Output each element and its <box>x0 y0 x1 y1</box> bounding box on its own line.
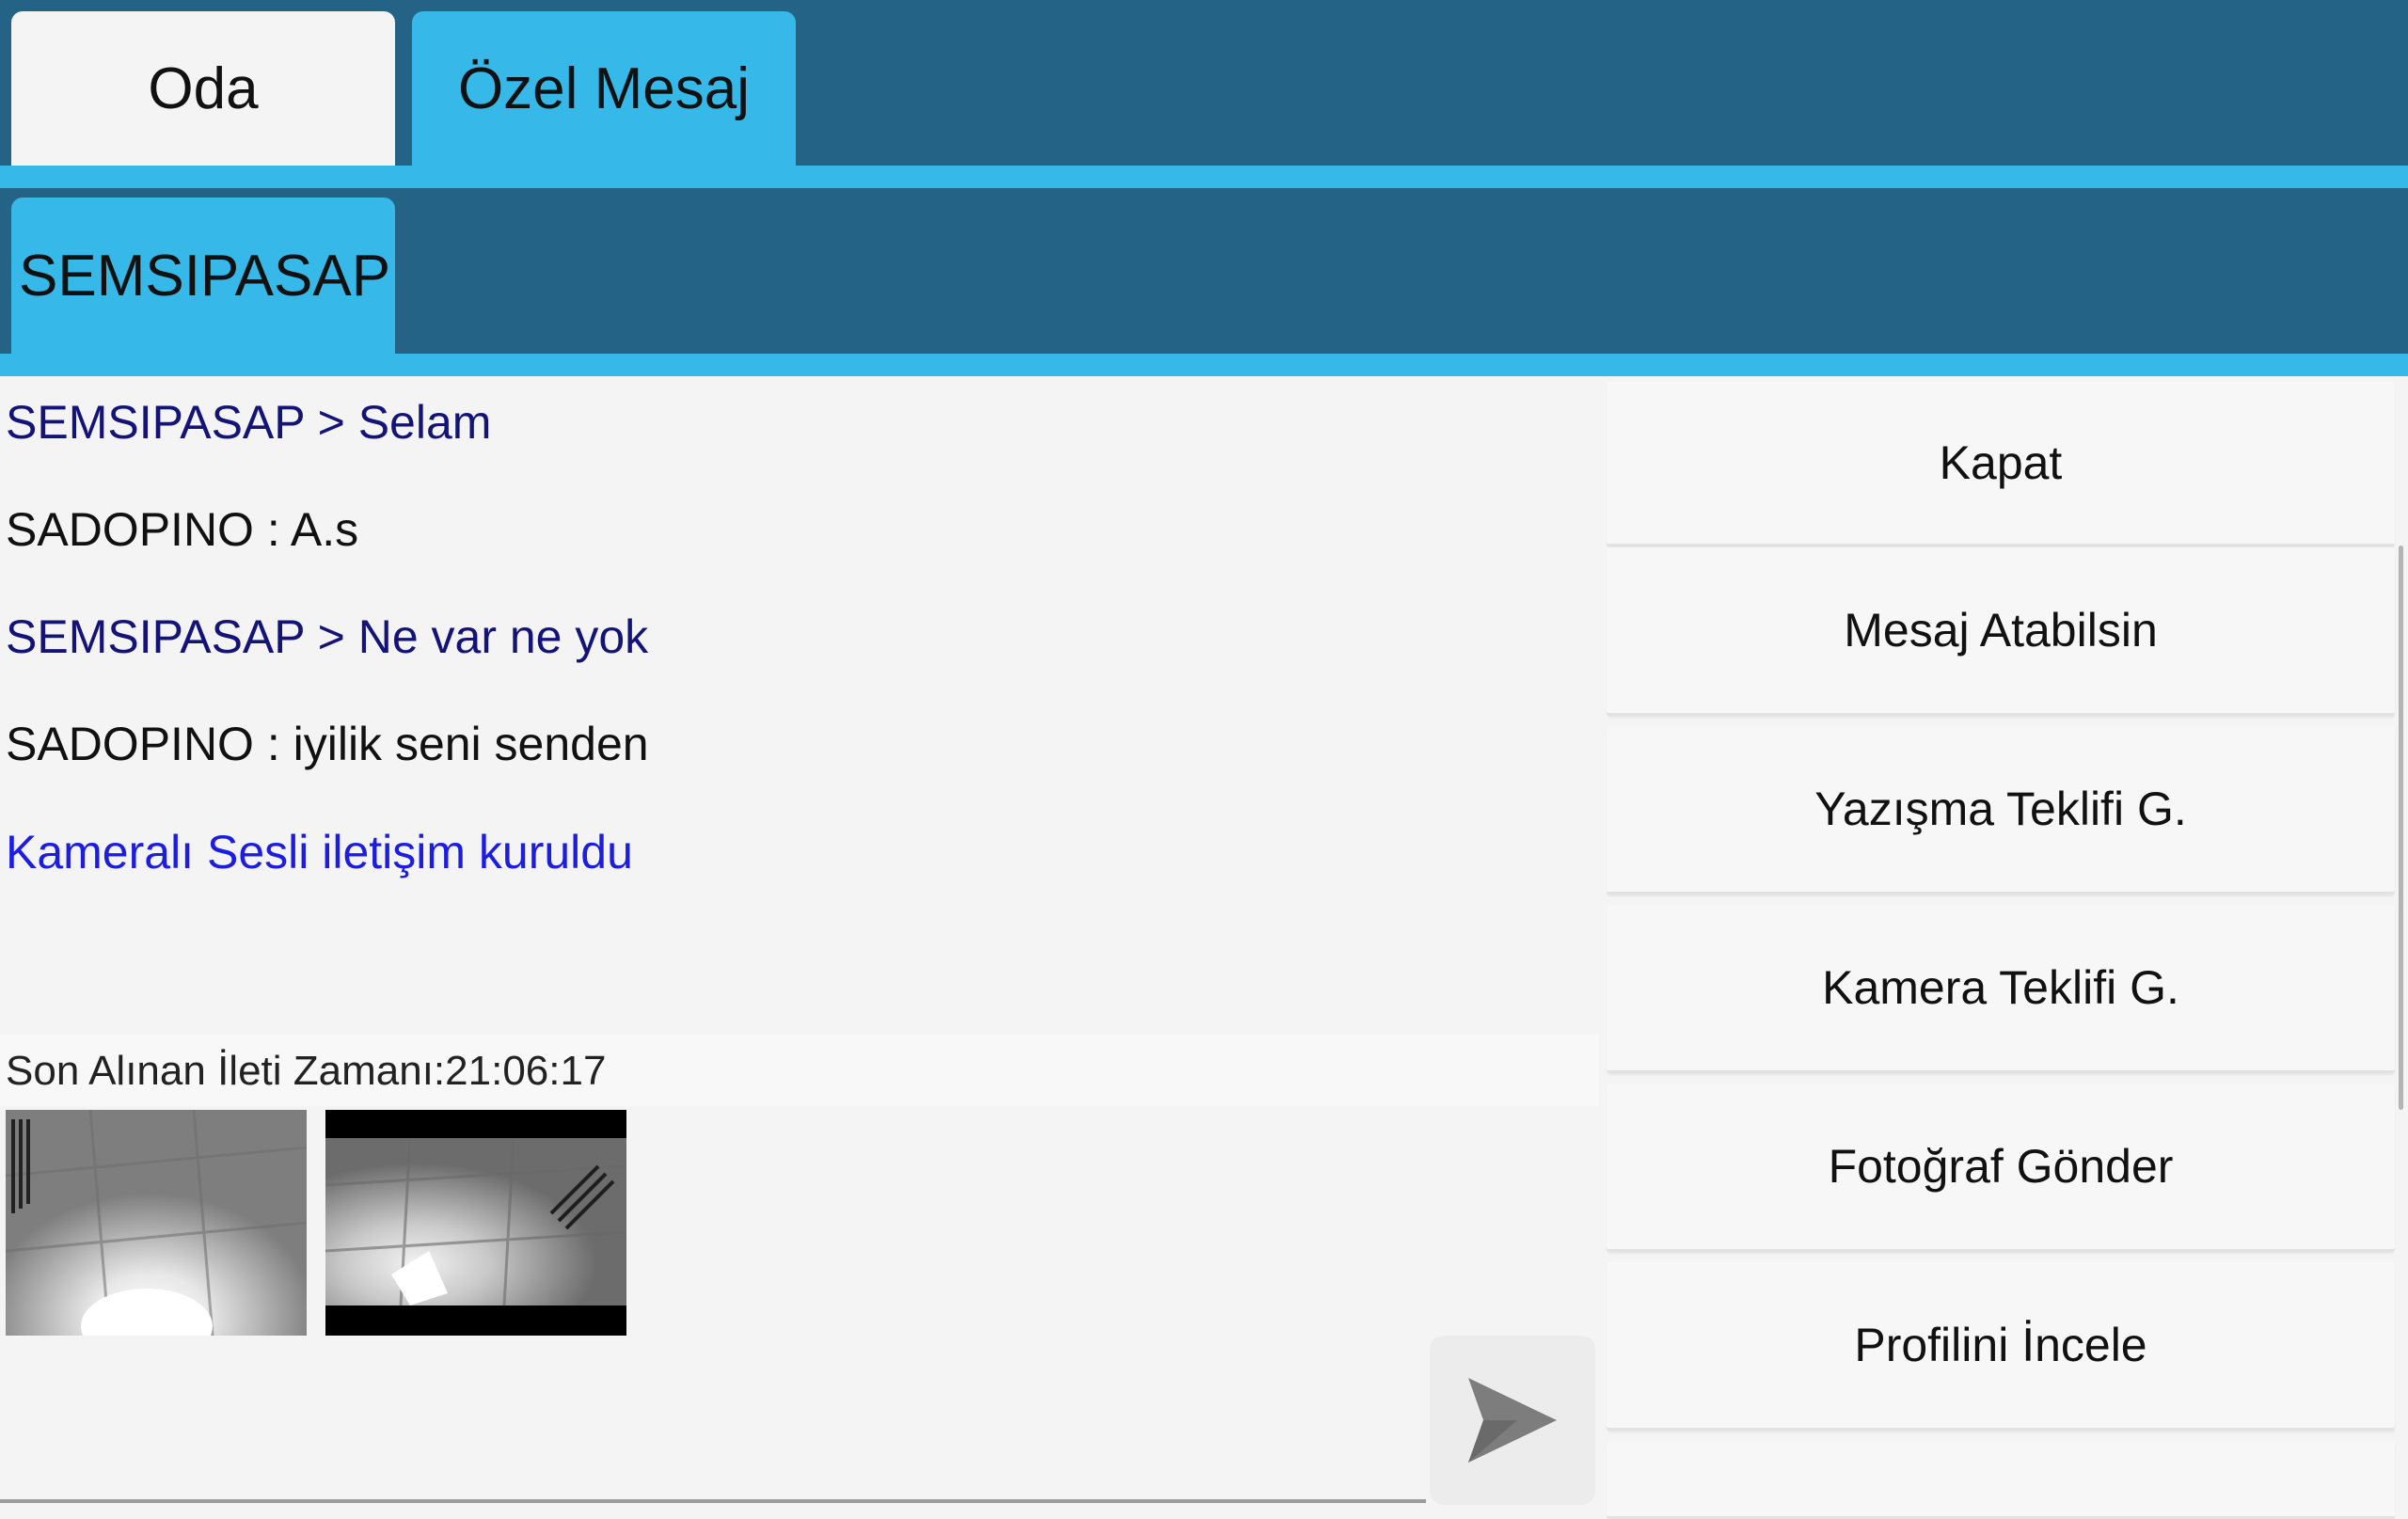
send-photo-button-label: Fotoğraf Gönder <box>1828 1140 2174 1193</box>
private-chat-tab-bar: SEMSIPASAP <box>0 188 2408 354</box>
message-input[interactable] <box>0 1354 1430 1497</box>
action-menu: Kapat Mesaj Atabilsin Yazışma Teklifi G.… <box>1603 376 2408 1519</box>
last-message-time: Son Alınan İleti Zamanı:21:06:17 <box>6 1048 607 1094</box>
close-button[interactable]: Kapat <box>1607 382 2395 546</box>
tab-private-user-label: SEMSIPASAP <box>19 243 391 309</box>
sub-tab-indicator-line <box>0 354 2408 376</box>
view-profile-button[interactable]: Profilini İncele <box>1607 1262 2395 1431</box>
send-icon <box>1468 1378 1557 1463</box>
chat-system-message: Kameralı Sesli iletişim kuruldu <box>6 826 633 878</box>
chat-offer-button[interactable]: Yazışma Teklifi G. <box>1607 726 2395 894</box>
chat-message: SADOPINO : iyilik seni senden <box>6 718 649 770</box>
chat-offer-button-label: Yazışma Teklifi G. <box>1814 783 2187 835</box>
camera-offer-button[interactable]: Kamera Teklifi G. <box>1607 905 2395 1073</box>
close-button-label: Kapat <box>1939 436 2063 489</box>
local-camera-image <box>325 1137 626 1306</box>
allow-message-button[interactable]: Mesaj Atabilsin <box>1607 547 2395 716</box>
chat-message: SADOPINO : A.s <box>6 503 359 556</box>
remote-camera-view[interactable] <box>6 1110 307 1336</box>
chat-log: SEMSIPASAP > Selam SADOPINO : A.s SEMSIP… <box>0 376 1599 1035</box>
local-camera-view[interactable] <box>325 1110 626 1336</box>
top-tab-bar: Oda Özel Mesaj <box>0 0 2408 166</box>
send-photo-button[interactable]: Fotoğraf Gönder <box>1607 1084 2395 1252</box>
menu-scrollbar[interactable] <box>2399 546 2403 1110</box>
tab-indicator-line <box>0 166 2408 188</box>
allow-message-button-label: Mesaj Atabilsin <box>1844 604 2158 657</box>
view-profile-button-label: Profilini İncele <box>1854 1319 2147 1371</box>
send-button[interactable] <box>1430 1336 1595 1505</box>
tab-oda-label: Oda <box>148 55 259 121</box>
more-menu-button[interactable] <box>1607 1441 2395 1519</box>
chat-message: SEMSIPASAP > Selam <box>6 396 492 449</box>
camera-offer-button-label: Kamera Teklifi G. <box>1822 961 2179 1014</box>
message-input-underline <box>0 1499 1426 1503</box>
tab-ozel-mesaj[interactable]: Özel Mesaj <box>412 11 796 166</box>
tab-ozel-mesaj-label: Özel Mesaj <box>457 55 751 121</box>
chat-message: SEMSIPASAP > Ne var ne yok <box>6 610 649 663</box>
tab-oda[interactable]: Oda <box>11 11 395 166</box>
last-message-time-bar: Son Alınan İleti Zamanı:21:06:17 <box>0 1035 1599 1106</box>
tab-private-user[interactable]: SEMSIPASAP <box>11 198 395 354</box>
remote-camera-image <box>6 1110 307 1336</box>
